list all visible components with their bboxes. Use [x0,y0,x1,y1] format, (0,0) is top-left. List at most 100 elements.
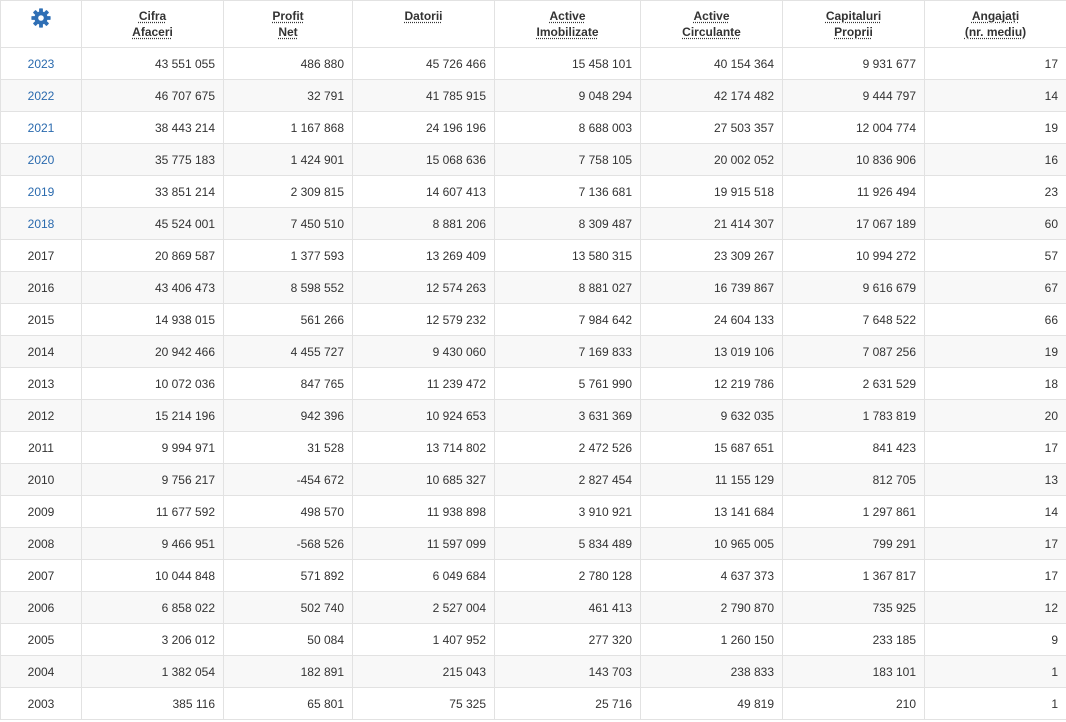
cell-profit-net: -568 526 [223,527,353,560]
cell-datorii: 10 685 327 [352,463,495,496]
header-label[interactable]: Active Imobilizate [536,9,598,39]
cell-active-imobilizate: 277 320 [494,623,641,656]
cell-datorii: 13 269 409 [352,239,495,272]
cell-datorii: 12 579 232 [352,303,495,336]
cell-profit-net: 8 598 552 [223,271,353,304]
header-label[interactable]: Active Circulante [682,9,741,39]
cell-angajati: 14 [924,79,1066,112]
settings-header-cell [0,0,82,48]
cell-active-imobilizate: 143 703 [494,655,641,688]
cell-capitaluri-proprii: 17 067 189 [782,207,925,240]
table-row: 2017 20 869 587 1 377 593 13 269 409 13 … [0,239,1066,272]
year-label: 2016 [27,280,55,295]
table-row: 2014 20 942 466 4 455 727 9 430 060 7 16… [0,335,1066,368]
year-cell: 2004 [0,655,82,688]
cell-active-imobilizate: 8 309 487 [494,207,641,240]
table-row: 2019 33 851 214 2 309 815 14 607 413 7 1… [0,175,1066,208]
year-cell: 2017 [0,239,82,272]
cell-datorii: 24 196 196 [352,111,495,144]
year-cell: 2023 [0,47,82,80]
cell-cifra-afaceri: 33 851 214 [81,175,224,208]
year-link[interactable]: 2020 [28,153,55,167]
cell-active-circulante: 15 687 651 [640,431,783,464]
header-label[interactable]: Angajați (nr. mediu) [965,9,1026,39]
header-label[interactable]: Capitaluri Proprii [826,9,881,39]
cell-angajati: 57 [924,239,1066,272]
cell-capitaluri-proprii: 210 [782,687,925,720]
cell-datorii: 6 049 684 [352,559,495,592]
cell-cifra-afaceri: 43 406 473 [81,271,224,304]
cell-active-circulante: 23 309 267 [640,239,783,272]
cell-datorii: 10 924 653 [352,399,495,432]
year-link[interactable]: 2018 [28,217,55,231]
header-active-circulante: Active Circulante [640,0,783,48]
header-line: Net [278,25,298,39]
cell-capitaluri-proprii: 799 291 [782,527,925,560]
header-label[interactable]: Profit Net [272,9,303,39]
header-cifra-afaceri: Cifra Afaceri [81,0,224,48]
cell-capitaluri-proprii: 12 004 774 [782,111,925,144]
cell-profit-net: 31 528 [223,431,353,464]
cell-capitaluri-proprii: 9 444 797 [782,79,925,112]
cell-active-imobilizate: 7 169 833 [494,335,641,368]
year-label: 2011 [28,440,54,455]
cell-capitaluri-proprii: 735 925 [782,591,925,624]
header-line: Proprii [834,25,873,39]
cell-profit-net: 182 891 [223,655,353,688]
cell-cifra-afaceri: 46 707 675 [81,79,224,112]
cell-active-imobilizate: 3 631 369 [494,399,641,432]
year-cell: 2010 [0,463,82,496]
year-link[interactable]: 2022 [28,89,55,103]
year-label: 2003 [27,696,55,711]
cell-active-circulante: 40 154 364 [640,47,783,80]
table-row: 2006 6 858 022 502 740 2 527 004 461 413… [0,591,1066,624]
cell-capitaluri-proprii: 10 836 906 [782,143,925,176]
cell-active-imobilizate: 5 834 489 [494,527,641,560]
header-label[interactable]: Cifra Afaceri [132,9,173,39]
year-link[interactable]: 2019 [28,185,55,199]
cell-capitaluri-proprii: 812 705 [782,463,925,496]
cell-angajati: 19 [924,111,1066,144]
table-row: 2020 35 775 183 1 424 901 15 068 636 7 7… [0,143,1066,176]
cell-profit-net: 571 892 [223,559,353,592]
table-row: 2018 45 524 001 7 450 510 8 881 206 8 30… [0,207,1066,240]
cell-profit-net: 1 167 868 [223,111,353,144]
year-cell: 2014 [0,335,82,368]
gear-icon[interactable] [31,8,51,28]
cell-datorii: 45 726 466 [352,47,495,80]
year-label: 2014 [27,344,55,359]
table-row: 2016 43 406 473 8 598 552 12 574 263 8 8… [0,271,1066,304]
year-link[interactable]: 2021 [28,121,55,135]
cell-profit-net: 65 801 [223,687,353,720]
cell-active-circulante: 12 219 786 [640,367,783,400]
year-cell: 2012 [0,399,82,432]
year-label: 2012 [27,408,55,423]
year-cell: 2015 [0,303,82,336]
year-label: 2008 [27,536,55,551]
cell-active-imobilizate: 2 472 526 [494,431,641,464]
header-line: Active [549,9,586,23]
cell-active-imobilizate: 3 910 921 [494,495,641,528]
cell-active-imobilizate: 7 984 642 [494,303,641,336]
cell-angajati: 12 [924,591,1066,624]
table-row: 2013 10 072 036 847 765 11 239 472 5 761… [0,367,1066,400]
year-cell: 2022 [0,79,82,112]
cell-capitaluri-proprii: 1 367 817 [782,559,925,592]
cell-profit-net: 1 377 593 [223,239,353,272]
year-link[interactable]: 2023 [28,57,55,71]
header-line: Afaceri [132,25,173,39]
header-capitaluri-proprii: Capitaluri Proprii [782,0,925,48]
header-line: Cifra [138,9,167,23]
cell-capitaluri-proprii: 233 185 [782,623,925,656]
cell-angajati: 19 [924,335,1066,368]
year-cell: 2016 [0,271,82,304]
header-label[interactable]: Datorii [404,9,442,23]
year-cell: 2003 [0,687,82,720]
cell-capitaluri-proprii: 7 087 256 [782,335,925,368]
cell-active-circulante: 19 915 518 [640,175,783,208]
cell-datorii: 12 574 263 [352,271,495,304]
cell-cifra-afaceri: 45 524 001 [81,207,224,240]
cell-cifra-afaceri: 9 756 217 [81,463,224,496]
cell-datorii: 215 043 [352,655,495,688]
cell-cifra-afaceri: 385 116 [81,687,224,720]
